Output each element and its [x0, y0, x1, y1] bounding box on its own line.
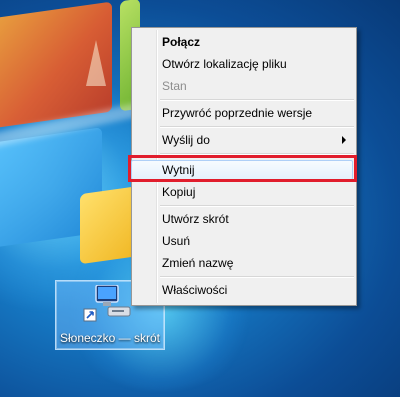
menu-item-delete[interactable]: Usuń	[134, 230, 354, 252]
menu-item-label: Właściwości	[162, 283, 228, 297]
menu-item-label: Kopiuj	[162, 185, 196, 199]
menu-item-copy[interactable]: Kopiuj	[134, 181, 354, 203]
menu-item-label: Utwórz skrót	[162, 212, 229, 226]
wallpaper-tree	[86, 40, 106, 86]
menu-item-label: Usuń	[162, 234, 191, 248]
highlight-box	[128, 155, 357, 182]
menu-separator	[160, 205, 354, 207]
menu-item-properties[interactable]: Właściwości	[134, 279, 354, 301]
desktop-shortcut-label: Słoneczko — skrót	[59, 331, 161, 345]
menu-item-rename[interactable]: Zmień nazwę	[134, 252, 354, 274]
menu-separator	[160, 276, 354, 278]
menu-item-label: Zmień nazwę	[162, 256, 234, 270]
menu-item-create-shortcut[interactable]: Utwórz skrót	[134, 208, 354, 230]
network-computer-icon	[83, 285, 131, 322]
